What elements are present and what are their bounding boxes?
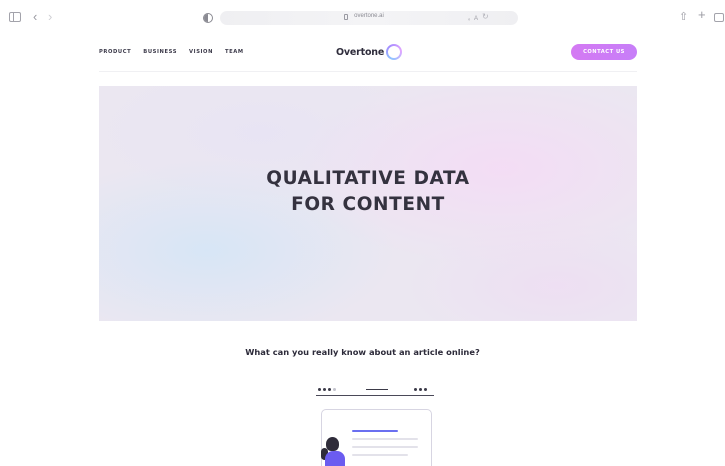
site-header: PRODUCT BUSINESS VISION TEAM Overtone CO… bbox=[0, 36, 725, 72]
privacy-icon[interactable] bbox=[203, 13, 213, 23]
dots-right-icon bbox=[414, 388, 427, 391]
card-text-line bbox=[352, 446, 418, 448]
hero-title-line-1: QUALITATIVE DATA bbox=[266, 168, 470, 189]
nav-link-product[interactable]: PRODUCT bbox=[99, 49, 131, 55]
address-bar[interactable]: overtone.ai 。A ↻ bbox=[220, 11, 518, 25]
reload-icon[interactable]: ↻ bbox=[482, 12, 489, 21]
card-text-line bbox=[352, 438, 418, 440]
share-icon[interactable]: ⇧ bbox=[679, 10, 688, 24]
person-illustration-body bbox=[325, 451, 345, 466]
dots-left-icon bbox=[318, 388, 336, 391]
card-accent-line bbox=[352, 430, 398, 432]
back-icon[interactable]: ‹ bbox=[33, 10, 37, 24]
card-text-line bbox=[352, 454, 408, 456]
nav-link-vision[interactable]: VISION bbox=[189, 49, 213, 55]
nav-link-team[interactable]: TEAM bbox=[225, 49, 244, 55]
hero-title: QUALITATIVE DATA FOR CONTENT bbox=[99, 166, 637, 218]
new-tab-icon[interactable]: + bbox=[698, 8, 706, 22]
person-illustration-head bbox=[326, 437, 339, 451]
primary-nav: PRODUCT BUSINESS VISION TEAM bbox=[99, 49, 244, 55]
logo-ring-icon bbox=[386, 44, 403, 60]
tab-overview-icon[interactable] bbox=[714, 13, 724, 22]
site-logo[interactable]: Overtone bbox=[336, 43, 403, 61]
translate-icon[interactable]: 。A bbox=[468, 13, 478, 22]
contact-us-button[interactable]: CONTACT US bbox=[571, 44, 637, 60]
hero-title-line-2: FOR CONTENT bbox=[291, 194, 445, 215]
nav-link-business[interactable]: BUSINESS bbox=[143, 49, 177, 55]
header-divider bbox=[99, 71, 637, 72]
illustration-toolbar bbox=[316, 384, 434, 396]
hero-banner: QUALITATIVE DATA FOR CONTENT bbox=[99, 86, 637, 321]
section-question: What can you really know about an articl… bbox=[245, 347, 480, 357]
browser-toolbar: ‹ › overtone.ai 。A ↻ ⇧ + bbox=[0, 0, 725, 36]
forward-icon[interactable]: › bbox=[48, 10, 52, 24]
toolbar-baseline bbox=[316, 395, 434, 396]
logo-text: Overtone bbox=[336, 46, 385, 58]
sidebar-icon[interactable] bbox=[9, 12, 21, 22]
dash-icon bbox=[366, 389, 388, 390]
